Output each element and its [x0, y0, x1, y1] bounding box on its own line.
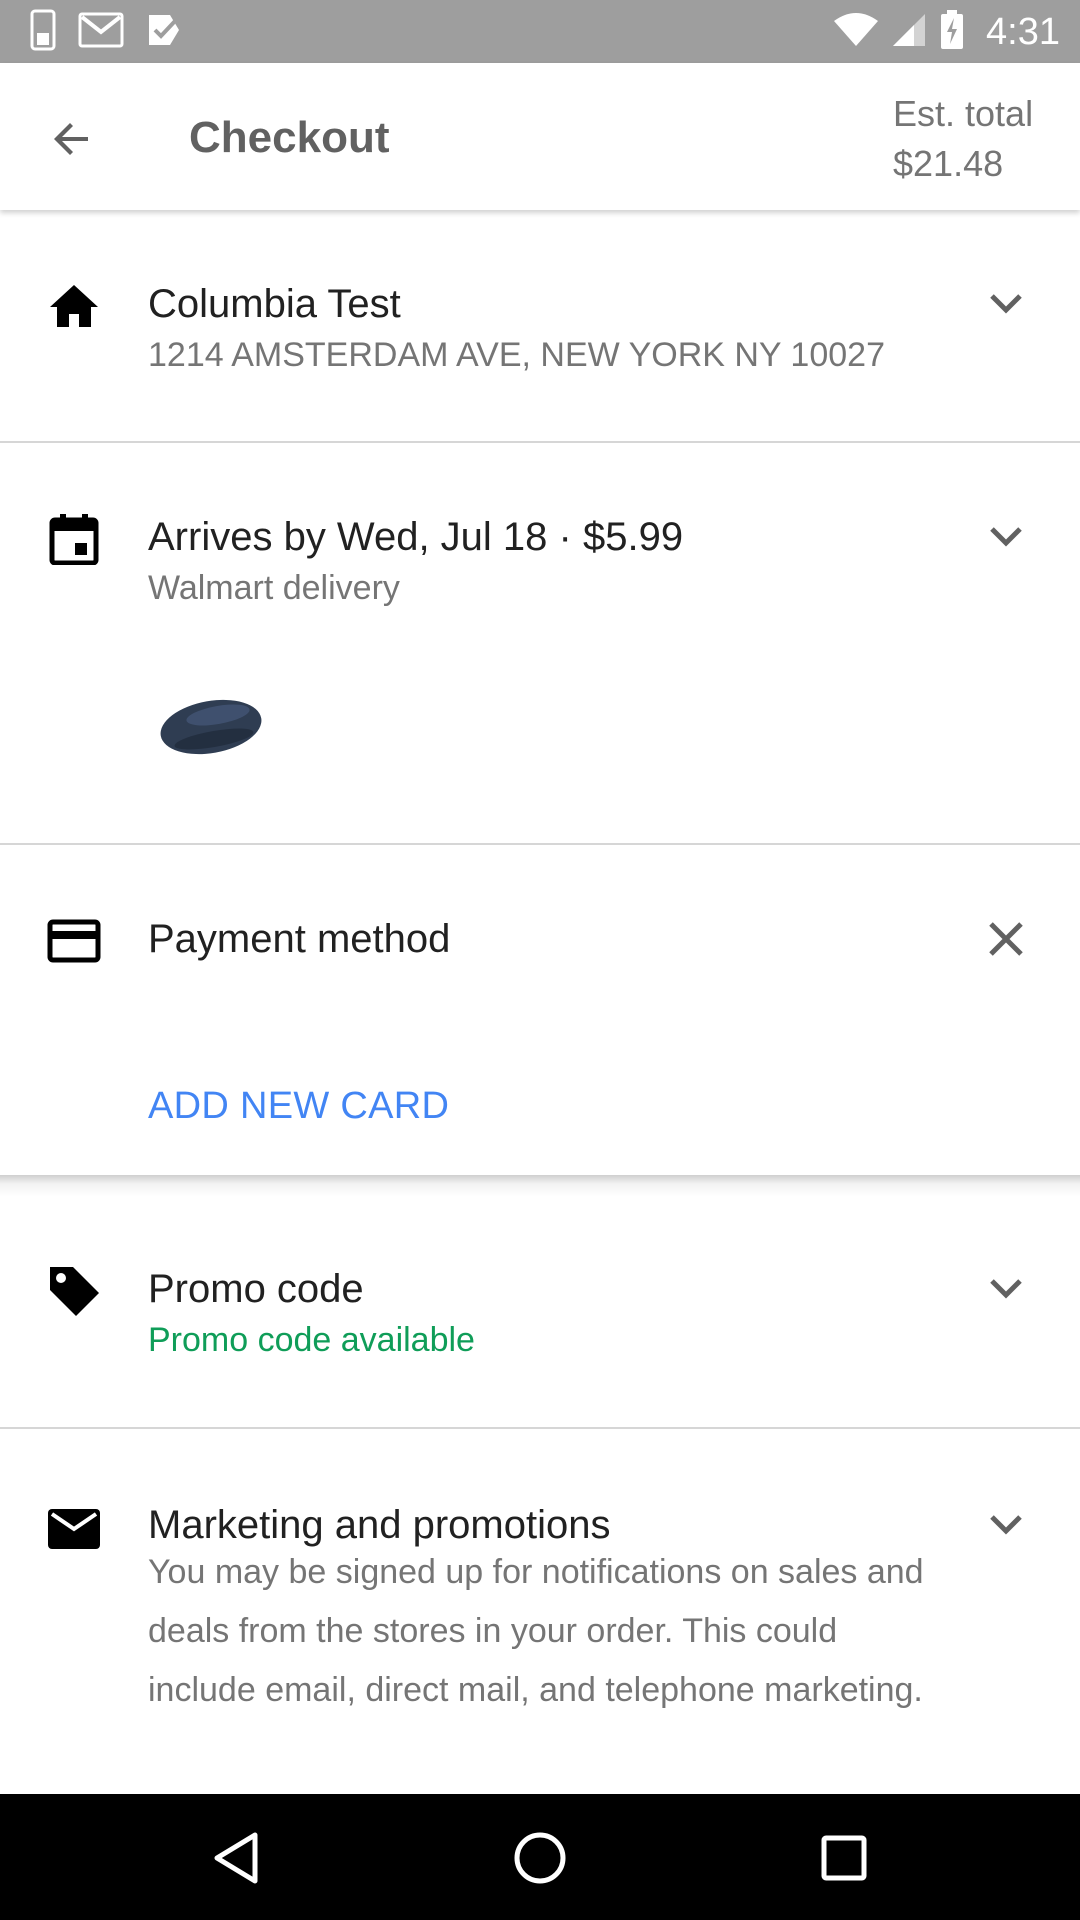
nav-recents-button[interactable] [804, 1818, 884, 1898]
promo-title: Promo code [148, 1267, 364, 1311]
add-new-card-button[interactable]: ADD NEW CARD [148, 1085, 449, 1128]
address-expand-button[interactable] [980, 278, 1032, 330]
est-total-value: $21.48 [893, 143, 1004, 184]
page-title: Checkout [189, 113, 390, 162]
chevron-down-icon [990, 1279, 1022, 1299]
navigation-bar [0, 1794, 1080, 1920]
status-time: 4:31 [986, 10, 1060, 53]
nav-home-button[interactable] [500, 1818, 580, 1898]
address-section[interactable]: Columbia Test 1214 AMSTERDAM AVE, NEW YO… [0, 210, 1080, 442]
address-line: 1214 AMSTERDAM AVE, NEW YORK NY 10027 [148, 336, 885, 374]
section-separator-shadow [0, 1175, 1080, 1197]
mail-icon [46, 1501, 102, 1557]
sim-card-icon [30, 9, 56, 56]
payment-section: Payment method ADD NEW CARD [0, 845, 1080, 1175]
wifi-icon [834, 12, 879, 52]
promo-available-text: Promo code available [148, 1321, 475, 1359]
status-bar: 4:31 [0, 0, 1080, 63]
address-name: Columbia Test [148, 282, 401, 326]
battery-charging-icon [940, 9, 964, 55]
est-total-label: Est. total [893, 93, 1034, 134]
delivery-title: Arrives by Wed, Jul 18 · $5.99 [148, 515, 684, 559]
gmail-icon [78, 12, 124, 53]
close-icon [989, 922, 1023, 956]
task-check-icon [146, 12, 182, 53]
triangle-back-icon [214, 1832, 258, 1884]
marketing-description: You may be signed up for notifications o… [148, 1553, 924, 1709]
nav-back-button[interactable] [196, 1818, 276, 1898]
calendar-icon [46, 511, 102, 567]
chevron-down-icon [990, 1515, 1022, 1535]
promo-expand-button[interactable] [980, 1263, 1032, 1315]
estimated-total: Est. total $21.48 [893, 89, 1033, 189]
circle-home-icon [514, 1832, 566, 1884]
tag-icon [46, 1263, 102, 1319]
marketing-expand-button[interactable] [980, 1499, 1032, 1551]
delivery-expand-button[interactable] [980, 511, 1032, 563]
marketing-section[interactable]: Marketing and promotions You may be sign… [0, 1429, 1080, 1794]
home-icon [46, 278, 102, 334]
app-bar: Checkout Est. total $21.48 [0, 63, 1080, 210]
chevron-down-icon [990, 527, 1022, 547]
back-button[interactable] [36, 103, 108, 175]
cell-signal-icon [892, 13, 926, 52]
delivery-subtitle: Walmart delivery [148, 569, 400, 607]
computer-mouse-product-image[interactable] [156, 689, 266, 759]
marketing-title: Marketing and promotions [148, 1503, 611, 1547]
payment-close-button[interactable] [980, 913, 1032, 965]
chevron-down-icon [990, 294, 1022, 314]
promo-section[interactable]: Promo code Promo code available [0, 1197, 1080, 1427]
delivery-section[interactable]: Arrives by Wed, Jul 18 · $5.99 Walmart d… [0, 443, 1080, 843]
payment-title: Payment method [148, 917, 451, 961]
arrow-back-icon [54, 123, 88, 155]
square-recents-icon [821, 1835, 867, 1881]
credit-card-icon [46, 913, 102, 969]
